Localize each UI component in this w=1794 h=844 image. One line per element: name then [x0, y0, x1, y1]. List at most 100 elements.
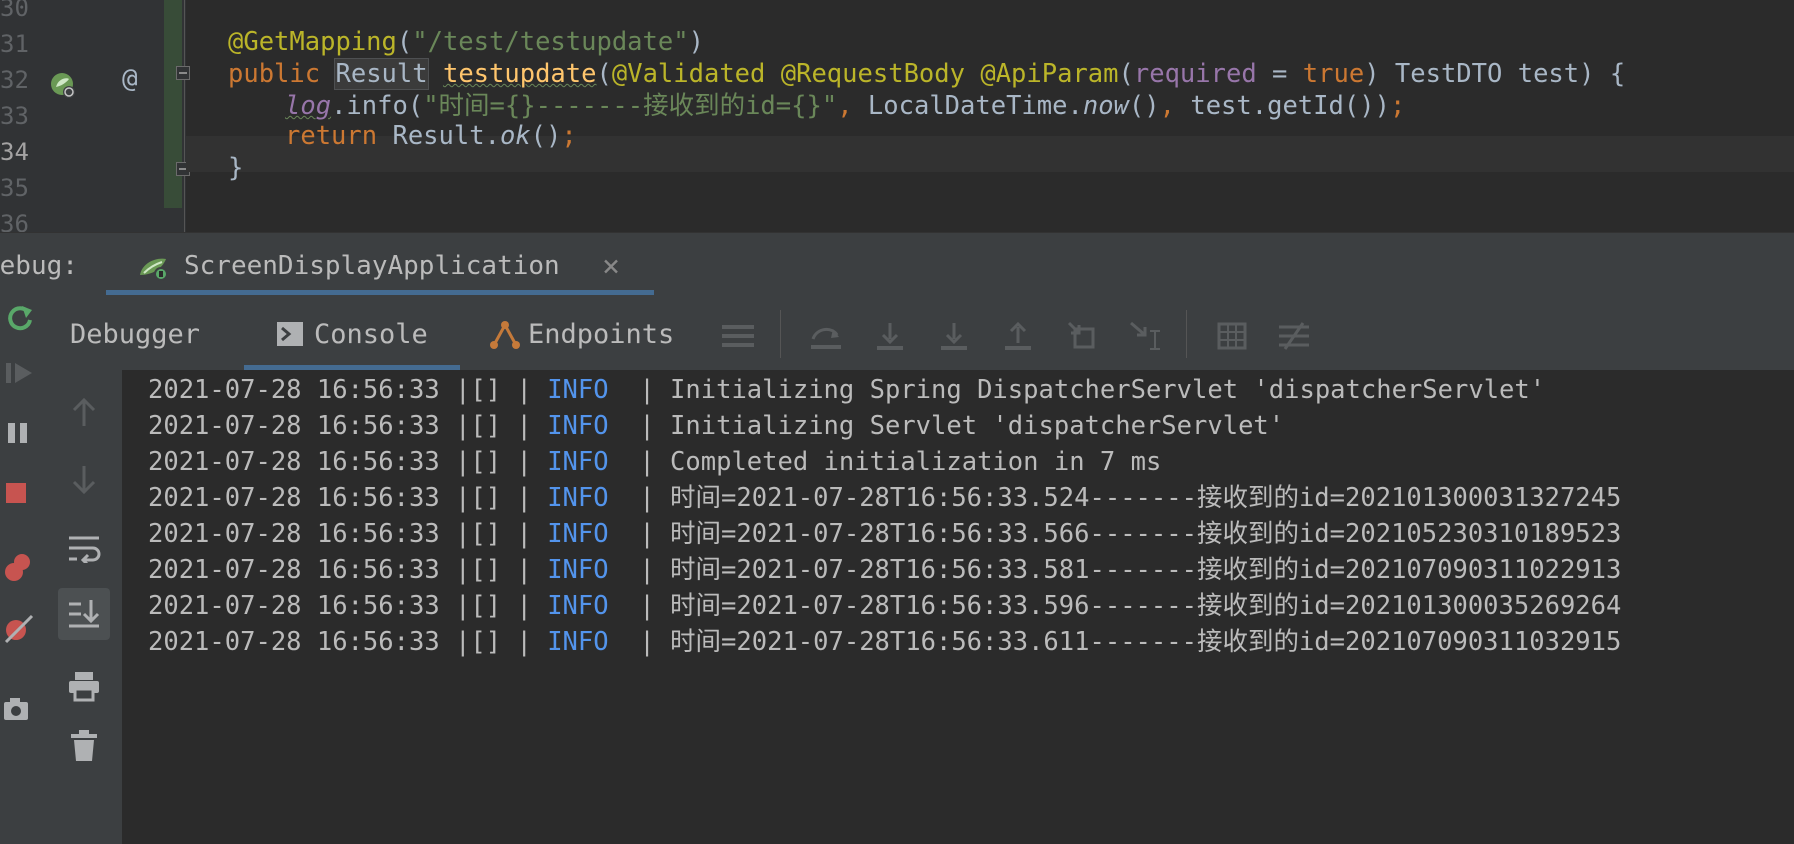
log-message: | 时间=2021-07-28T16:56:33.596-------接收到的i… [639, 591, 1622, 621]
down-arrow-icon[interactable] [58, 454, 110, 506]
tab-console-label: Console [314, 318, 428, 350]
debug-tabs-bar: Debugger Console Endpoints [46, 298, 1794, 371]
tab-debugger-label: Debugger [70, 318, 201, 350]
line-number: 35 [0, 174, 29, 202]
stop-icon[interactable] [0, 473, 40, 513]
debug-left-toolbar [0, 298, 47, 844]
drop-frame-icon[interactable] [1064, 318, 1100, 354]
spring-bean-icon[interactable] [48, 70, 78, 100]
fold-guide [184, 0, 185, 232]
log-context: |[] | [455, 375, 532, 405]
active-tab-indicator [106, 290, 654, 295]
toolbar-separator [780, 310, 781, 358]
log-context: |[] | [455, 447, 532, 477]
toolbar-separator [1186, 310, 1187, 358]
debug-label: Debug: [0, 251, 78, 281]
log-context: |[] | [455, 483, 532, 513]
line-number: 33 [0, 102, 29, 130]
log-timestamp: 2021-07-28 16:56:33 [148, 627, 440, 657]
run-config-name: ScreenDisplayApplication [184, 251, 560, 281]
line-number-active: 34 [0, 138, 29, 166]
debug-tool-window-header: Debug: ScreenDisplayApplication × [0, 232, 1794, 299]
log-timestamp: 2021-07-28 16:56:33 [148, 447, 440, 477]
endpoints-icon [490, 321, 520, 349]
step-into-icon[interactable] [872, 318, 908, 354]
console-side-toolbar [46, 370, 123, 844]
log-level: INFO [547, 375, 609, 405]
log-level: INFO [547, 519, 609, 549]
tab-endpoints-label: Endpoints [528, 318, 675, 350]
line-number: 31 [0, 30, 29, 58]
log-message: | Initializing Servlet 'dispatcherServle… [639, 411, 1285, 441]
log-context: |[] | [455, 627, 532, 657]
console-output[interactable]: 2021-07-28 16:56:33 |[] | INFO | Initial… [122, 370, 1794, 844]
log-context: |[] | [455, 519, 532, 549]
console-line: 2021-07-28 16:56:33 |[] | INFO | 时间=2021… [148, 588, 1621, 624]
log-message: | 时间=2021-07-28T16:56:33.566-------接收到的i… [639, 519, 1622, 549]
print-icon[interactable] [58, 660, 110, 712]
spring-boot-debug-icon [140, 258, 168, 281]
editor-gutter: 30 31 32 33 34 35 36 @ [0, 0, 190, 232]
layout-menu-icon[interactable] [720, 318, 756, 354]
console-line: 2021-07-28 16:56:33 |[] | INFO | 时间=2021… [148, 552, 1621, 588]
log-level: INFO [547, 627, 609, 657]
scroll-to-end-icon[interactable] [58, 588, 110, 640]
evaluate-expression-icon[interactable] [1214, 318, 1250, 354]
resume-icon[interactable] [0, 353, 40, 393]
log-level: INFO [547, 447, 609, 477]
log-context: |[] | [455, 411, 532, 441]
log-level: INFO [547, 555, 609, 585]
log-level: INFO [547, 591, 609, 621]
console-icon [277, 322, 303, 346]
force-step-into-icon[interactable] [936, 318, 972, 354]
log-timestamp: 2021-07-28 16:56:33 [148, 555, 440, 585]
pause-icon[interactable] [0, 413, 40, 453]
step-over-icon[interactable] [808, 318, 844, 354]
code-editor[interactable]: 30 31 32 33 34 35 36 @ @GetMapping("/tes… [0, 0, 1794, 232]
log-timestamp: 2021-07-28 16:56:33 [148, 591, 440, 621]
log-timestamp: 2021-07-28 16:56:33 [148, 483, 440, 513]
line-number: 32 [0, 66, 29, 94]
log-message: | 时间=2021-07-28T16:56:33.524-------接收到的i… [639, 483, 1622, 513]
view-breakpoints-icon[interactable] [0, 548, 40, 588]
step-out-icon[interactable] [1000, 318, 1036, 354]
rerun-icon[interactable] [0, 298, 40, 338]
run-to-cursor-icon[interactable] [1128, 318, 1164, 354]
clear-icon[interactable] [58, 720, 110, 772]
console-line: 2021-07-28 16:56:33 |[] | INFO | Initial… [148, 372, 1545, 408]
log-timestamp: 2021-07-28 16:56:33 [148, 519, 440, 549]
console-line: 2021-07-28 16:56:33 |[] | INFO | 时间=2021… [148, 480, 1621, 516]
fold-collapse-icon[interactable] [176, 66, 190, 80]
code-line-31: @GetMapping("/test/testupdate") [228, 27, 704, 57]
log-context: |[] | [455, 555, 532, 585]
log-timestamp: 2021-07-28 16:56:33 [148, 411, 440, 441]
code-line-35: } [228, 153, 244, 183]
log-message: | 时间=2021-07-28T16:56:33.581-------接收到的i… [639, 555, 1622, 585]
log-timestamp: 2021-07-28 16:56:33 [148, 375, 440, 405]
code-line-34: return Result.ok(); [285, 121, 577, 151]
log-level: INFO [547, 483, 609, 513]
log-message: | Initializing Spring DispatcherServlet … [639, 375, 1546, 405]
log-message: | Completed initialization in 7 ms [639, 447, 1162, 477]
tab-console[interactable]: Console [276, 298, 428, 370]
line-number: 30 [0, 0, 29, 22]
mute-breakpoints-icon[interactable] [0, 608, 40, 648]
line-number: 36 [0, 210, 29, 232]
console-line: 2021-07-28 16:56:33 |[] | INFO | 时间=2021… [148, 516, 1621, 552]
close-tab-icon[interactable]: × [602, 249, 620, 284]
code-line-32: public Result testupdate(@Validated @Req… [228, 58, 1626, 90]
log-level: INFO [547, 411, 609, 441]
vcs-change-marker[interactable] [164, 0, 182, 208]
trace-icon[interactable] [1276, 318, 1312, 354]
console-line: 2021-07-28 16:56:33 |[] | INFO | Complet… [148, 444, 1161, 480]
up-arrow-icon[interactable] [58, 386, 110, 438]
soft-wrap-icon[interactable] [58, 522, 110, 574]
run-config-tab[interactable]: ScreenDisplayApplication × [106, 233, 654, 299]
console-line: 2021-07-28 16:56:33 |[] | INFO | 时间=2021… [148, 624, 1621, 660]
camera-icon[interactable] [0, 688, 40, 728]
console-line: 2021-07-28 16:56:33 |[] | INFO | Initial… [148, 408, 1284, 444]
mapping-at-icon[interactable]: @ [122, 64, 138, 94]
tab-debugger[interactable]: Debugger [70, 298, 200, 370]
log-message: | 时间=2021-07-28T16:56:33.611-------接收到的i… [639, 627, 1622, 657]
tab-endpoints[interactable]: Endpoints [488, 298, 674, 370]
